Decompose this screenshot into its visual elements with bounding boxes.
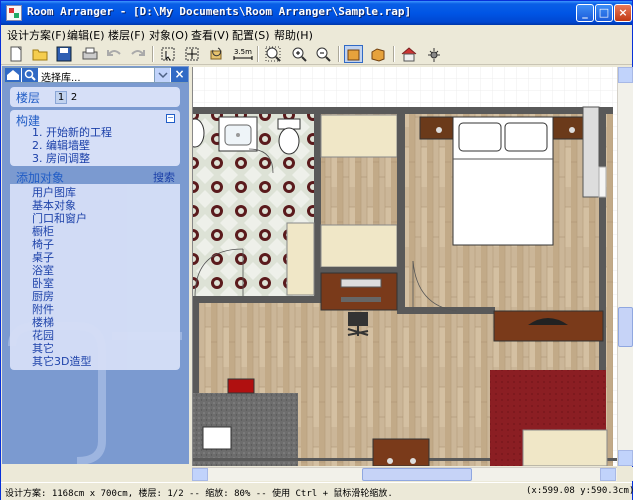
search-link[interactable]: 搜索	[153, 169, 175, 185]
view-2d-icon[interactable]	[344, 45, 363, 63]
close-button[interactable]: ×	[614, 4, 632, 22]
zoom-in-icon[interactable]	[290, 45, 309, 63]
search-icon[interactable]	[22, 68, 38, 82]
move-icon[interactable]	[183, 45, 202, 63]
undo-icon[interactable]	[105, 45, 124, 63]
settings-icon[interactable]	[425, 45, 444, 63]
horizontal-scroll-thumb[interactable]	[362, 468, 472, 481]
menu-file[interactable]: 设计方案(F)	[7, 27, 66, 43]
scroll-left-icon[interactable]	[192, 468, 208, 481]
cursor-coordinates: (x:599.08 y:590.3cm)	[526, 486, 633, 496]
home-icon[interactable]	[5, 68, 21, 82]
redo-icon[interactable]	[129, 45, 148, 63]
floors-section: 楼层 1 2	[10, 87, 180, 107]
select-icon[interactable]	[159, 45, 178, 63]
app-icon	[6, 5, 22, 21]
menu-floor[interactable]: 楼层(F)	[108, 27, 145, 43]
vertical-scroll-thumb[interactable]	[618, 307, 633, 347]
sidebar-panel: 选择库... × 楼层 1 2 构建 − 1. 开始新的工程 2. 编辑墙壁 3…	[2, 66, 189, 464]
house-icon[interactable]	[400, 45, 419, 63]
new-icon[interactable]	[7, 45, 26, 63]
status-text: 设计方案: 1168cm x 700cm, 楼层: 1/2 -- 缩放: 80%…	[5, 489, 393, 499]
svg-text:3.5m: 3.5m	[234, 48, 252, 56]
menu-view[interactable]: 查看(V)	[191, 27, 229, 43]
build-item-room-adjust[interactable]: 3. 房间调整	[32, 150, 90, 166]
menu-edit[interactable]: 编辑(E)	[67, 27, 105, 43]
open-icon[interactable]	[31, 45, 50, 63]
view-3d-icon[interactable]	[369, 45, 388, 63]
toolbar: 3.5m	[1, 43, 632, 65]
collapse-icon[interactable]: −	[166, 114, 175, 123]
close-icon[interactable]: ×	[171, 67, 188, 82]
title-bar[interactable]: Room Arranger - [D:\My Documents\Room Ar…	[1, 1, 632, 25]
menu-settings[interactable]: 配置(S)	[232, 27, 270, 43]
floors-label: 楼层	[16, 91, 41, 105]
menu-object[interactable]: 对象(O)	[149, 27, 188, 43]
save-icon[interactable]	[55, 45, 74, 63]
menu-help[interactable]: 帮助(H)	[274, 27, 313, 43]
list-item[interactable]: 其它3D造型	[32, 353, 91, 369]
floor-2-button[interactable]: 2	[68, 91, 80, 104]
app-window: Room Arranger - [D:\My Documents\Room Ar…	[0, 0, 633, 500]
maximize-button[interactable]: □	[595, 4, 613, 22]
window-title: Room Arranger - [D:\My Documents\Room Ar…	[27, 5, 412, 18]
minimize-button[interactable]: _	[576, 4, 594, 22]
chevron-down-icon[interactable]	[154, 68, 170, 82]
scroll-corner	[617, 467, 633, 481]
floor-plan	[193, 67, 617, 466]
zoom-out-icon[interactable]	[314, 45, 333, 63]
scroll-up-icon[interactable]	[618, 67, 633, 83]
scroll-right-icon[interactable]	[600, 468, 616, 481]
vertical-scrollbar[interactable]	[617, 67, 633, 466]
status-bar: 设计方案: 1168cm x 700cm, 楼层: 1/2 -- 缩放: 80%…	[1, 482, 633, 500]
rotate-icon[interactable]	[207, 45, 226, 63]
library-search-bar: 选择库... ×	[4, 67, 188, 84]
floor-1-button[interactable]: 1	[55, 91, 67, 104]
measure-icon[interactable]: 3.5m	[232, 45, 254, 63]
menu-bar: 设计方案(F) 编辑(E) 楼层(F) 对象(O) 查看(V) 配置(S) 帮助…	[1, 25, 632, 43]
print-icon[interactable]	[81, 45, 100, 63]
scroll-down-icon[interactable]	[618, 450, 633, 466]
zoom-fit-icon[interactable]	[264, 45, 283, 63]
floor-plan-canvas[interactable]	[192, 67, 617, 466]
horizontal-scrollbar[interactable]	[192, 467, 617, 481]
add-objects-list: 用户图库 基本对象 门口和窗户 橱柜 椅子 桌子 浴室 卧室 厨房 附件 楼梯 …	[10, 184, 180, 370]
library-select[interactable]: 选择库...	[41, 69, 81, 84]
build-section: 构建 − 1. 开始新的工程 2. 编辑墙壁 3. 房间调整	[10, 110, 180, 166]
